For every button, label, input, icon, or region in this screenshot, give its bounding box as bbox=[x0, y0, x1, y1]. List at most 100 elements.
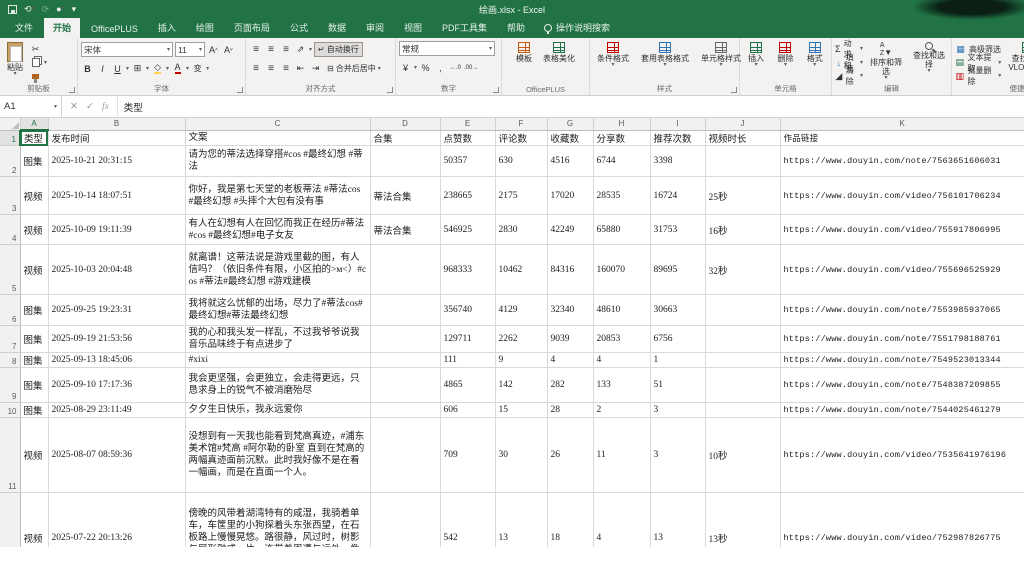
font-name-select[interactable]: 宋体▾ bbox=[81, 42, 173, 57]
clear-button[interactable]: ◢清除▾ bbox=[835, 70, 863, 82]
col-header-D[interactable]: D bbox=[370, 118, 440, 130]
cell-B11[interactable]: 2025-08-07 08:59:36 bbox=[48, 418, 185, 493]
cell-I2[interactable]: 3398 bbox=[650, 146, 705, 177]
row-header-6[interactable]: 6 bbox=[0, 295, 20, 326]
cell-H7[interactable]: 20853 bbox=[593, 326, 650, 353]
cell-H2[interactable]: 6744 bbox=[593, 146, 650, 177]
format-cells-button[interactable]: 格式▾ bbox=[803, 41, 827, 84]
fill-color-dropdown[interactable]: ▾ bbox=[166, 67, 169, 71]
name-box[interactable]: A1▾ bbox=[0, 96, 62, 117]
row-header-9[interactable]: 9 bbox=[0, 368, 20, 403]
cell-H1[interactable]: 分享数 bbox=[593, 130, 650, 146]
cell-I11[interactable]: 3 bbox=[650, 418, 705, 493]
cell-K11[interactable]: https://www.douyin.com/video/75356419761… bbox=[780, 418, 1024, 493]
italic-button[interactable]: I bbox=[96, 61, 109, 76]
batch-delete-button[interactable]: ▥批量删除▾ bbox=[955, 70, 1001, 82]
cell-E7[interactable]: 129711 bbox=[440, 326, 495, 353]
cancel-icon[interactable]: ✕ bbox=[70, 101, 78, 112]
cell-C4[interactable]: 有人在幻想有人在回忆而我正在经历#蒂法#cos #最终幻想#电子女友 bbox=[185, 215, 370, 245]
insert-cells-button[interactable]: 插入▾ bbox=[744, 41, 768, 84]
percent-style-icon[interactable]: % bbox=[419, 60, 432, 75]
cell-G8[interactable]: 4 bbox=[547, 353, 593, 368]
cell-E1[interactable]: 点赞数 bbox=[440, 130, 495, 146]
cell-A9[interactable]: 图集 bbox=[20, 368, 48, 403]
cell-F6[interactable]: 4129 bbox=[495, 295, 547, 326]
template-button[interactable]: 模板 bbox=[512, 41, 536, 84]
align-center-icon[interactable]: ≡ bbox=[264, 61, 277, 76]
cell-E4[interactable]: 546925 bbox=[440, 215, 495, 245]
tab-开始[interactable]: 开始 bbox=[44, 18, 80, 38]
align-top-icon[interactable]: ≡ bbox=[249, 42, 262, 57]
cell-J12[interactable]: 13秒 bbox=[705, 493, 780, 548]
col-header-B[interactable]: B bbox=[48, 118, 185, 130]
cell-C10[interactable]: 夕夕生日快乐，我永远爱你 bbox=[185, 403, 370, 418]
cell-B3[interactable]: 2025-10-14 18:07:51 bbox=[48, 177, 185, 215]
cell-J8[interactable] bbox=[705, 353, 780, 368]
cell-J10[interactable] bbox=[705, 403, 780, 418]
tab-文件[interactable]: 文件 bbox=[6, 18, 42, 38]
cell-C5[interactable]: 就离谱！这蒂法说是游戏里截的图，有人信吗？（依旧条件有限，小区拍的>м<）#co… bbox=[185, 245, 370, 295]
cell-H5[interactable]: 160070 bbox=[593, 245, 650, 295]
find-select-button[interactable]: 查找和选择▾ bbox=[909, 41, 949, 84]
cell-D11[interactable] bbox=[370, 418, 440, 493]
tell-me-search[interactable]: 操作说明搜索 bbox=[536, 18, 618, 38]
insert-function-icon[interactable]: fx bbox=[102, 102, 109, 112]
customize-toolbar-icon[interactable]: ▾ bbox=[72, 3, 77, 15]
cell-J6[interactable] bbox=[705, 295, 780, 326]
cell-D12[interactable] bbox=[370, 493, 440, 548]
cell-J7[interactable] bbox=[705, 326, 780, 353]
cell-A7[interactable]: 图集 bbox=[20, 326, 48, 353]
cell-D7[interactable] bbox=[370, 326, 440, 353]
cell-A5[interactable]: 视频 bbox=[20, 245, 48, 295]
row-header-7[interactable]: 7 bbox=[0, 326, 20, 353]
comma-style-icon[interactable]: , bbox=[434, 60, 447, 75]
enter-icon[interactable]: ✓ bbox=[86, 101, 94, 112]
number-dialog-launcher[interactable] bbox=[493, 87, 499, 93]
cell-I4[interactable]: 31753 bbox=[650, 215, 705, 245]
row-header-10[interactable]: 10 bbox=[0, 403, 20, 418]
user-icon[interactable]: ●▾ bbox=[56, 3, 64, 15]
col-header-G[interactable]: G bbox=[547, 118, 593, 130]
cell-E11[interactable]: 709 bbox=[440, 418, 495, 493]
row-header-2[interactable]: 2 bbox=[0, 146, 20, 177]
cell-F2[interactable]: 630 bbox=[495, 146, 547, 177]
cell-J2[interactable] bbox=[705, 146, 780, 177]
vlookup-button[interactable]: 查找录入VLOOKUP bbox=[1004, 41, 1024, 84]
row-header-4[interactable]: 4 bbox=[0, 215, 20, 245]
select-all-corner[interactable] bbox=[0, 118, 20, 130]
cell-A6[interactable]: 图集 bbox=[20, 295, 48, 326]
cell-F8[interactable]: 9 bbox=[495, 353, 547, 368]
row-header-11[interactable]: 11 bbox=[0, 418, 20, 493]
cell-A3[interactable]: 视频 bbox=[20, 177, 48, 215]
cell-K1[interactable]: 作品链接 bbox=[780, 130, 1024, 146]
cell-B10[interactable]: 2025-08-29 23:11:49 bbox=[48, 403, 185, 418]
cell-K7[interactable]: https://www.douyin.com/note/755179818876… bbox=[780, 326, 1024, 353]
cell-J4[interactable]: 16秒 bbox=[705, 215, 780, 245]
col-header-I[interactable]: I bbox=[650, 118, 705, 130]
cell-C12[interactable]: 傍晚的风带着湖湾特有的咸湿，我骑着单车，车筐里的小狗探着头东张西望，在石板路上慢… bbox=[185, 493, 370, 548]
cell-G11[interactable]: 26 bbox=[547, 418, 593, 493]
cell-G2[interactable]: 4516 bbox=[547, 146, 593, 177]
align-right-icon[interactable]: ≡ bbox=[279, 61, 292, 76]
cell-F5[interactable]: 10462 bbox=[495, 245, 547, 295]
tab-页面布局[interactable]: 页面布局 bbox=[225, 18, 279, 38]
tab-审阅[interactable]: 审阅 bbox=[357, 18, 393, 38]
cell-G1[interactable]: 收藏数 bbox=[547, 130, 593, 146]
cell-I10[interactable]: 3 bbox=[650, 403, 705, 418]
cell-D9[interactable] bbox=[370, 368, 440, 403]
cell-B2[interactable]: 2025-10-21 20:31:15 bbox=[48, 146, 185, 177]
cell-H11[interactable]: 11 bbox=[593, 418, 650, 493]
cell-G4[interactable]: 42249 bbox=[547, 215, 593, 245]
cell-J11[interactable]: 10秒 bbox=[705, 418, 780, 493]
font-dialog-launcher[interactable] bbox=[237, 87, 243, 93]
align-middle-icon[interactable]: ≡ bbox=[264, 42, 277, 57]
cell-J9[interactable] bbox=[705, 368, 780, 403]
cell-A4[interactable]: 视频 bbox=[20, 215, 48, 245]
cell-H8[interactable]: 4 bbox=[593, 353, 650, 368]
cell-D5[interactable] bbox=[370, 245, 440, 295]
cell-F12[interactable]: 13 bbox=[495, 493, 547, 548]
cell-K3[interactable]: https://www.douyin.com/video/75610170623… bbox=[780, 177, 1024, 215]
cell-K8[interactable]: https://www.douyin.com/note/754952301334… bbox=[780, 353, 1024, 368]
cell-E9[interactable]: 4865 bbox=[440, 368, 495, 403]
cell-B6[interactable]: 2025-09-25 19:23:31 bbox=[48, 295, 185, 326]
